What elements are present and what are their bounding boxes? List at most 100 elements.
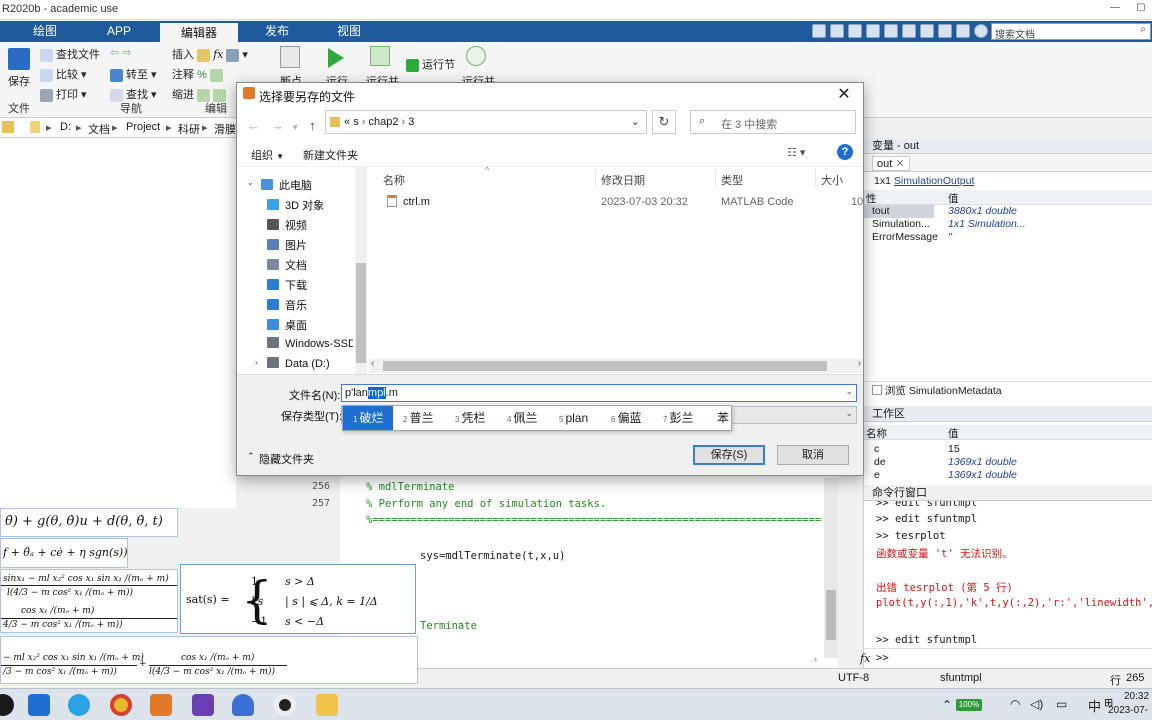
column-divider[interactable] (595, 169, 596, 187)
nav-scrollbar[interactable] (355, 167, 367, 374)
help-icon[interactable]: ? (837, 144, 853, 160)
save-quick-icon[interactable] (812, 24, 826, 38)
scroll-left-icon[interactable]: ‹ (371, 358, 374, 369)
nav-item-pictures[interactable]: 图片 (267, 237, 307, 253)
path-segment-chap2[interactable]: chap2 (368, 116, 398, 128)
file-row[interactable]: ctrl.m 2023-07-03 20:32 MATLAB Code 10 (369, 193, 863, 211)
search-docs-input[interactable]: 搜索文档 ⌕ (991, 23, 1151, 41)
save-button[interactable]: 保存(S) (693, 445, 765, 465)
col-date[interactable]: 修改日期 (601, 172, 645, 188)
path-segment-3[interactable]: 3 (408, 116, 414, 128)
col-size[interactable]: 大小 (821, 172, 843, 188)
search-icon[interactable]: ⌕ (1140, 24, 1146, 35)
nav-item-data-drive[interactable]: Data (D:) (267, 357, 330, 370)
variable-type-link[interactable]: SimulationOutput (894, 175, 975, 187)
nav-item-music[interactable]: 音乐 (267, 297, 307, 313)
close-icon[interactable]: ✕ (895, 158, 904, 170)
chrome-icon[interactable] (110, 694, 132, 716)
nav-item-documents[interactable]: 文档 (267, 257, 307, 273)
chevron-down-icon[interactable]: ⌄ (631, 115, 640, 128)
up-arrow-icon[interactable]: ↑ (309, 118, 316, 133)
filename-input[interactable]: p'lanmpl.m ⌄ (341, 384, 857, 402)
scroll-right-icon[interactable]: › (858, 358, 861, 369)
ime-candidate-6[interactable]: 6 偏蓝 (611, 406, 641, 430)
tab-publish[interactable]: 发布 (244, 21, 310, 42)
back-arrow-icon[interactable]: ← (247, 118, 260, 133)
power-icon[interactable] (0, 694, 14, 716)
close-icon[interactable]: ✕ (833, 84, 855, 104)
print-button[interactable]: 打印 ▾ (40, 86, 87, 102)
command-window[interactable]: >> edit sfuntmpl >> edit sfuntmpl >> tes… (864, 501, 1152, 651)
nav-item-downloads[interactable]: 下载 (267, 277, 307, 293)
ime-candidate-8[interactable]: 苯 (717, 406, 731, 430)
col-property[interactable]: 性 (866, 191, 877, 206)
cancel-button[interactable]: 取消 (777, 445, 849, 465)
record-icon[interactable] (274, 694, 296, 716)
workspace-row[interactable]: c 15 (864, 443, 1152, 456)
tab-editor[interactable]: 编辑器 (160, 21, 238, 42)
run-and-time-icon[interactable] (466, 46, 486, 66)
path-segment-docs[interactable]: 文档 (88, 121, 110, 137)
back-forward-icon[interactable]: ⇦ ⇨ (110, 46, 132, 59)
file-list-hscrollbar[interactable]: ‹ › (369, 358, 863, 373)
goto-button[interactable]: 转至 ▾ (110, 66, 157, 82)
switch-window-icon[interactable] (920, 24, 934, 38)
comment-button[interactable]: 注释 % (172, 66, 226, 82)
column-divider[interactable] (815, 169, 816, 187)
ime-candidate-5[interactable]: 5 plan (559, 406, 588, 430)
path-segment-slide[interactable]: 滑膜 (214, 121, 236, 137)
edge-icon[interactable] (68, 694, 90, 716)
ime-candidate-4[interactable]: 4 佩兰 (507, 406, 537, 430)
expand-arrow-icon[interactable]: ⌄ (247, 178, 254, 187)
breakpoint-icon[interactable] (280, 46, 300, 68)
function-icon[interactable]: fx (213, 48, 223, 61)
function-browser-icon[interactable]: fx (860, 652, 870, 665)
column-divider[interactable] (715, 169, 716, 187)
workspace-row[interactable]: de 1369x1 double (864, 456, 1152, 469)
path-segment-s[interactable]: s (353, 116, 359, 128)
col-name[interactable]: 名称 (866, 426, 887, 441)
find-files-button[interactable]: 查找文件 (40, 46, 100, 62)
cloud-drive-icon[interactable] (232, 694, 254, 716)
recent-dropdown-icon[interactable]: ▾ (293, 122, 298, 133)
paste-quick-icon[interactable] (866, 24, 880, 38)
nav-item-this-pc[interactable]: 此电脑 (261, 177, 312, 193)
clock-date[interactable]: 2023-07- (1108, 705, 1148, 716)
ime-candidate-1[interactable]: 1 破烂 (343, 406, 393, 430)
path-segment-research[interactable]: 科研 (178, 121, 200, 137)
save-button[interactable]: 保存 (8, 73, 30, 89)
run-icon[interactable] (328, 48, 344, 68)
editor-scroll-thumb[interactable] (826, 590, 836, 640)
organize-button[interactable]: 组织 ▼ (251, 147, 284, 163)
chevron-down-icon[interactable]: ⌄ (845, 386, 853, 397)
network-icon[interactable]: ▭ (1056, 697, 1067, 711)
variable-row[interactable]: ErrorMessage '' (864, 231, 1152, 244)
editor-scroll-right-icon[interactable]: › (814, 654, 817, 664)
ime-candidate-2[interactable]: 2 普兰 (403, 406, 433, 430)
save-icon[interactable] (8, 48, 30, 70)
tab-view[interactable]: 视图 (316, 21, 382, 42)
new-folder-button[interactable]: 新建文件夹 (303, 147, 358, 163)
ime-candidate-3[interactable]: 3 凭栏 (455, 406, 485, 430)
browse-metadata-link[interactable]: 浏览 SimulationMetadata (864, 381, 1152, 397)
community-icon[interactable] (956, 24, 970, 38)
path-segment-drive[interactable]: D: (60, 121, 71, 133)
matlab-icon[interactable] (150, 694, 172, 716)
col-type[interactable]: 类型 (721, 172, 743, 188)
nav-item-videos[interactable]: 视频 (267, 217, 307, 233)
path-overflow[interactable]: « (344, 116, 350, 128)
tray-expand-icon[interactable]: ⌃ (942, 698, 952, 712)
editor-scrollbar[interactable] (824, 478, 838, 658)
minimize-icon[interactable]: — (1108, 2, 1122, 16)
nav-scroll-thumb[interactable] (356, 263, 366, 363)
dropdown-quick-icon[interactable] (974, 24, 988, 38)
workspace-row[interactable]: e 1369x1 double (864, 469, 1152, 480)
cut-quick-icon[interactable] (830, 24, 844, 38)
variable-row[interactable]: Simulation... 1x1 Simulation... (864, 218, 1152, 231)
run-section-button[interactable]: 运行节 (406, 56, 455, 72)
clock-time[interactable]: 20:32 (1124, 691, 1149, 702)
refresh-button[interactable]: ↻ (652, 110, 676, 134)
chevron-up-icon[interactable]: ⌃ (247, 451, 255, 462)
tab-apps[interactable]: APP (86, 21, 152, 42)
pdf-app-icon[interactable] (192, 694, 214, 716)
